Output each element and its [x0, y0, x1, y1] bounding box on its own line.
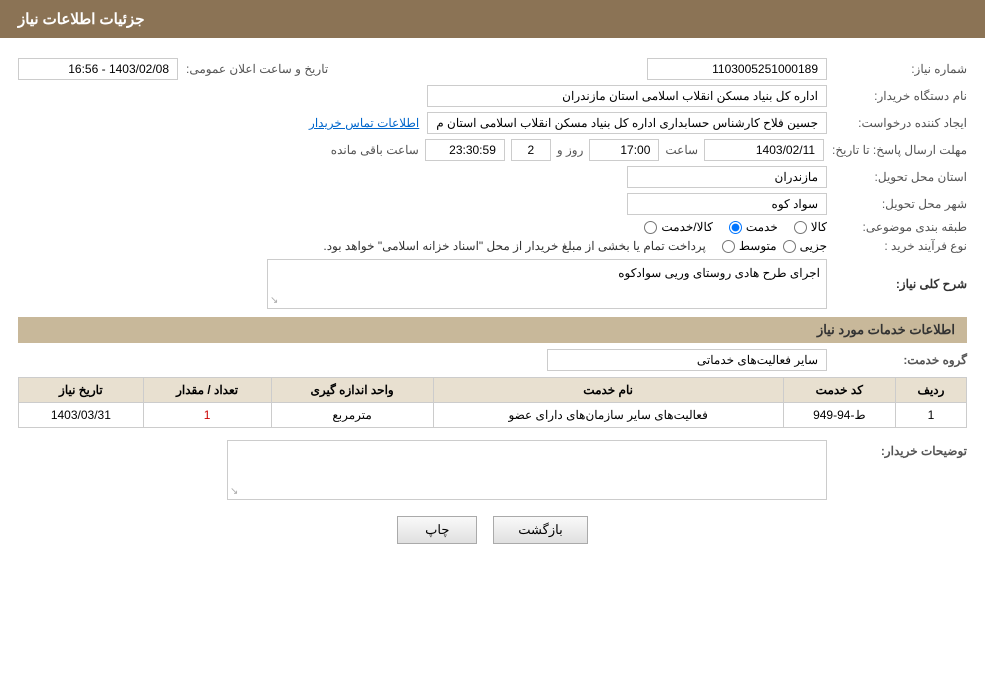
- deadline-days-label: روز و: [557, 143, 584, 157]
- general-description-value: اجرای طرح هادی روستای وریی سوادکوه: [618, 266, 820, 280]
- contact-link[interactable]: اطلاعات تماس خریدار: [309, 116, 419, 130]
- col-date: تاریخ نیاز: [19, 378, 144, 403]
- purchase-type-label: نوع فرآیند خرید :: [827, 239, 967, 253]
- services-section-title: اطلاعات خدمات مورد نیاز: [18, 317, 967, 343]
- deadline-remaining-label: ساعت باقی مانده: [331, 143, 419, 157]
- buyer-notes-row: توضیحات خریدار: ↘: [18, 440, 967, 500]
- page-header: جزئیات اطلاعات نیاز: [0, 0, 985, 38]
- general-description-label: شرح کلی نیاز:: [827, 277, 967, 291]
- buyer-org-value: اداره کل بنیاد مسکن انقلاب اسلامی استان …: [427, 85, 827, 107]
- category-row: طبقه بندی موضوعی: کالا خدمت کالا/خدمت: [18, 220, 967, 234]
- notes-resize-icon: ↘: [230, 486, 238, 497]
- page-title: جزئیات اطلاعات نیاز: [18, 11, 145, 28]
- date-label: تاریخ و ساعت اعلان عمومی:: [186, 62, 328, 76]
- city-value: سواد کوه: [627, 193, 827, 215]
- deadline-label: مهلت ارسال پاسخ: تا تاریخ:: [824, 143, 967, 157]
- city-row: شهر محل تحویل: سواد کوه: [18, 193, 967, 215]
- table-row: 1 ط-94-949 فعالیت‌های سایر سازمان‌های دا…: [19, 403, 967, 428]
- table-header-row: ردیف کد خدمت نام خدمت واحد اندازه گیری ت…: [19, 378, 967, 403]
- purchase-type-row: نوع فرآیند خرید : جزیی متوسط پرداخت تمام…: [18, 239, 967, 253]
- cell-unit: مترمربع: [271, 403, 433, 428]
- buyer-org-label: نام دستگاه خریدار:: [827, 89, 967, 103]
- province-row: استان محل تحویل: مازندران: [18, 166, 967, 188]
- category-label: طبقه بندی موضوعی:: [827, 220, 967, 234]
- province-label: استان محل تحویل:: [827, 170, 967, 184]
- city-label: شهر محل تحویل:: [827, 197, 967, 211]
- services-table: ردیف کد خدمت نام خدمت واحد اندازه گیری ت…: [18, 377, 967, 428]
- buyer-notes-label: توضیحات خریدار:: [827, 440, 967, 458]
- col-service-name: نام خدمت: [433, 378, 783, 403]
- category-kala-label: کالا: [811, 220, 827, 234]
- general-description-row: شرح کلی نیاز: اجرای طرح هادی روستای وریی…: [18, 259, 967, 309]
- resize-icon: ↘: [270, 295, 278, 306]
- category-kala-radio[interactable]: [794, 221, 807, 234]
- purchase-type-note: پرداخت تمام یا بخشی از مبلغ خریدار از مح…: [323, 239, 706, 253]
- col-row-num: ردیف: [896, 378, 967, 403]
- purchase-motavasset-label: متوسط: [739, 239, 777, 253]
- date-value: 1403/02/08 - 16:56: [18, 58, 178, 80]
- print-button[interactable]: چاپ: [397, 516, 477, 544]
- category-kala-khedmat-label: کالا/خدمت: [661, 220, 712, 234]
- purchase-jozi: جزیی: [783, 239, 827, 253]
- need-number-row: شماره نیاز: 1103005251000189 تاریخ و ساع…: [18, 58, 967, 80]
- col-quantity: تعداد / مقدار: [143, 378, 271, 403]
- requester-value: جسین فلاح کارشناس حسابداری اداره کل بنیا…: [427, 112, 827, 134]
- cell-service-code: ط-94-949: [783, 403, 895, 428]
- buyer-notes-box: ↘: [227, 440, 827, 500]
- deadline-time-label: ساعت: [665, 143, 698, 157]
- main-content: شماره نیاز: 1103005251000189 تاریخ و ساع…: [0, 38, 985, 570]
- need-number-value: 1103005251000189: [647, 58, 827, 80]
- cell-date: 1403/03/31: [19, 403, 144, 428]
- col-service-code: کد خدمت: [783, 378, 895, 403]
- deadline-time: 17:00: [589, 139, 659, 161]
- buttons-row: بازگشت چاپ: [18, 516, 967, 544]
- deadline-remaining: 23:30:59: [425, 139, 505, 161]
- category-radio-group: کالا خدمت کالا/خدمت: [644, 220, 827, 234]
- category-khedmat-radio[interactable]: [729, 221, 742, 234]
- deadline-date: 1403/02/11: [704, 139, 824, 161]
- category-kala-khedmat-radio[interactable]: [644, 221, 657, 234]
- requester-row: ایجاد کننده درخواست: جسین فلاح کارشناس ح…: [18, 112, 967, 134]
- buyer-org-row: نام دستگاه خریدار: اداره کل بنیاد مسکن ا…: [18, 85, 967, 107]
- category-khedmat-label: خدمت: [746, 220, 778, 234]
- back-button[interactable]: بازگشت: [493, 516, 587, 544]
- service-group-label: گروه خدمت:: [827, 353, 967, 367]
- deadline-days: 2: [511, 139, 551, 161]
- deadline-row: مهلت ارسال پاسخ: تا تاریخ: 1403/02/11 سا…: [18, 139, 967, 161]
- purchase-motavasset-radio[interactable]: [722, 240, 735, 253]
- purchase-type-group: جزیی متوسط پرداخت تمام یا بخشی از مبلغ خ…: [323, 239, 827, 253]
- purchase-jozi-label: جزیی: [800, 239, 827, 253]
- purchase-jozi-radio[interactable]: [783, 240, 796, 253]
- cell-row-num: 1: [896, 403, 967, 428]
- col-unit: واحد اندازه گیری: [271, 378, 433, 403]
- need-number-label: شماره نیاز:: [827, 62, 967, 76]
- cell-quantity: 1: [143, 403, 271, 428]
- page-wrapper: جزئیات اطلاعات نیاز شماره نیاز: 11030052…: [0, 0, 985, 691]
- category-khedmat: خدمت: [729, 220, 778, 234]
- category-kala-khedmat: کالا/خدمت: [644, 220, 712, 234]
- service-group-row: گروه خدمت: سایر فعالیت‌های خدماتی: [18, 349, 967, 371]
- cell-service-name: فعالیت‌های سایر سازمان‌های دارای عضو: [433, 403, 783, 428]
- general-description-box: اجرای طرح هادی روستای وریی سوادکوه ↘: [267, 259, 827, 309]
- purchase-motavasset: متوسط: [722, 239, 777, 253]
- deadline-date-group: 1403/02/11 ساعت 17:00 روز و 2 23:30:59 س…: [331, 139, 824, 161]
- requester-label: ایجاد کننده درخواست:: [827, 116, 967, 130]
- service-group-value: سایر فعالیت‌های خدماتی: [547, 349, 827, 371]
- province-value: مازندران: [627, 166, 827, 188]
- category-kala: کالا: [794, 220, 827, 234]
